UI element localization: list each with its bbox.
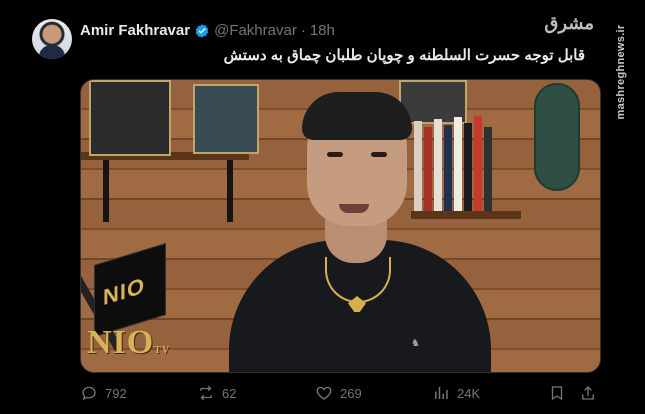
channel-logo-suffix: TV: [154, 345, 171, 356]
speaker-hair: [302, 92, 412, 140]
channel-logo-text: NIO: [87, 324, 155, 361]
repost-icon: [200, 385, 212, 401]
watermark-logo: مشرق: [544, 13, 594, 33]
watermark-site: mashreghnews.ir: [606, 14, 636, 129]
tweet-timestamp[interactable]: 18h: [310, 22, 335, 39]
heart-icon: [316, 386, 332, 400]
bookmark-icon: [551, 386, 563, 401]
shelf-bracket: [227, 160, 233, 222]
author-avatar[interactable]: [32, 19, 72, 59]
reply-icon: [82, 386, 96, 401]
share-button[interactable]: [579, 384, 597, 402]
tweet-header: Amir Fakhravar @Fakhravar · 18h: [80, 22, 335, 39]
tweet-actions: 792 62 269 24K: [80, 384, 600, 404]
picture-frame: [89, 80, 171, 156]
repost-button[interactable]: 62: [197, 384, 236, 402]
reply-button[interactable]: 792: [80, 384, 127, 402]
book: [434, 119, 442, 211]
book: [464, 123, 472, 211]
tweet-video[interactable]: NIO ♞ NIOTV: [80, 79, 601, 373]
verified-badge-icon: [195, 23, 209, 38]
speaker-mouth: [339, 204, 369, 213]
book: [444, 125, 452, 211]
bookmark-button[interactable]: [548, 384, 566, 402]
views-button[interactable]: 24K: [432, 384, 480, 402]
header-separator: ·: [300, 22, 306, 39]
share-icon: [582, 386, 594, 400]
author-handle[interactable]: @Fakhravar: [214, 22, 297, 39]
like-count: 269: [340, 385, 362, 401]
book: [414, 121, 422, 211]
views-icon: [435, 387, 448, 399]
tweet-text: قابل توجه حسرت السلطنه و چوپان طلبان چما…: [223, 47, 585, 64]
microphone-flag-logo: NIO: [103, 272, 146, 311]
book: [424, 127, 432, 211]
shelf-bracket: [103, 160, 109, 222]
author-name[interactable]: Amir Fakhravar: [80, 22, 190, 39]
like-button[interactable]: 269: [315, 384, 362, 402]
repost-count: 62: [222, 385, 237, 401]
book: [484, 127, 492, 211]
tweet-card: Amir Fakhravar @Fakhravar · 18h مشرق mas…: [0, 0, 645, 414]
picture-frame: [193, 84, 259, 154]
speaker-eye: [327, 152, 343, 157]
views-count: 24K: [457, 385, 481, 401]
speaker-eye: [371, 152, 387, 157]
bookcase-shelf: [411, 211, 521, 219]
wall-plaque: [534, 83, 580, 191]
shirt-logo-icon: ♞: [411, 338, 420, 349]
reply-count: 792: [105, 385, 127, 401]
channel-logo: NIOTV: [87, 324, 170, 362]
watermark-site-text: mashreghnews.ir: [615, 24, 627, 119]
book: [454, 117, 462, 211]
book: [474, 116, 482, 211]
